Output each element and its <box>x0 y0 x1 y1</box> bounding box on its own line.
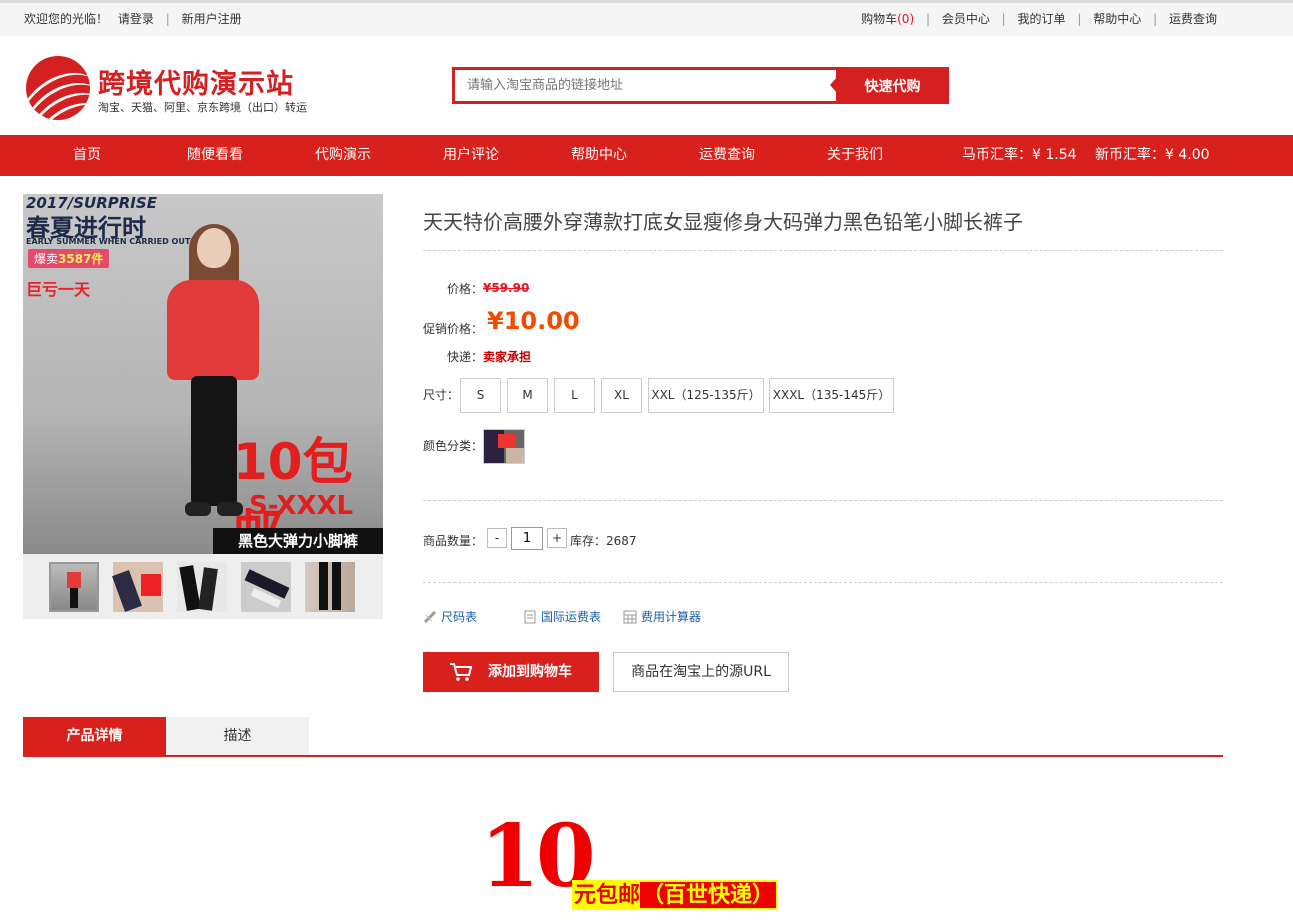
thumbnail-strip <box>23 554 383 619</box>
thumbnail-3[interactable] <box>177 562 227 612</box>
banner-text: 元包邮（百世快递） <box>572 880 779 910</box>
nav-item-about[interactable]: 关于我们 <box>791 135 919 176</box>
thumbnail-1[interactable] <box>49 562 99 612</box>
member-center-link[interactable]: 会员中心 <box>942 12 990 26</box>
document-icon <box>524 610 536 624</box>
taobao-source-url-button[interactable]: 商品在淘宝上的源URL <box>613 652 789 692</box>
quantity-minus-button[interactable]: - <box>487 528 507 548</box>
ruler-icon <box>423 610 437 624</box>
register-link[interactable]: 新用户注册 <box>182 12 242 26</box>
size-label: 尺寸： <box>423 388 460 402</box>
cart-link[interactable]: 购物车(0) <box>861 12 914 26</box>
search-bar: 快速代购 <box>452 67 949 104</box>
login-link[interactable]: 请登录 <box>118 12 154 26</box>
rate-myr: 马币汇率：¥ 1.54 <box>962 147 1077 163</box>
detail-tabs: 产品详情 描述 <box>23 717 1223 757</box>
detail-banner: 10 元包邮（百世快递） <box>480 806 800 920</box>
price-label: 价格： <box>447 282 484 296</box>
product-gallery: 2017/SURPRISE 春夏进行时 EARLY SUMMER WHEN CA… <box>23 194 383 619</box>
original-price: ¥59.90 <box>483 281 530 295</box>
logo-icon[interactable] <box>26 56 90 120</box>
logo-subtitle: 淘宝、天猫、阿里、京东跨境（出口）转运 <box>98 101 307 114</box>
nav-item-browse[interactable]: 随便看看 <box>151 135 279 176</box>
add-to-cart-button[interactable]: 添加到购物车 <box>423 652 599 692</box>
image-sold-badge: 爆卖3587件 <box>28 249 110 268</box>
product-title: 天天特价高腰外穿薄款打底女显瘦修身大码弹力黑色铅笔小脚长裤子 <box>423 210 1023 234</box>
top-bar-right: 购物车(0) | 会员中心 | 我的订单 | 帮助中心 | 运费查询 <box>861 3 1217 36</box>
image-size-range: S-XXXL <box>249 491 354 521</box>
image-promo-text: 巨亏一天 <box>26 280 91 299</box>
my-orders-link[interactable]: 我的订单 <box>1018 12 1066 26</box>
nav-item-help[interactable]: 帮助中心 <box>535 135 663 176</box>
size-option-xxxl[interactable]: XXXL（135-145斤） <box>769 378 894 413</box>
main-nav: 首页 随便看看 代购演示 用户评论 帮助中心 运费查询 关于我们 马币汇率：¥ … <box>0 135 1293 176</box>
thumbnail-2[interactable] <box>112 562 163 612</box>
intl-shipping-link[interactable]: 国际运费表 <box>523 608 601 625</box>
shipping-label: 快递： <box>447 350 484 364</box>
size-option-xl[interactable]: XL <box>601 378 642 413</box>
color-label: 颜色分类： <box>423 439 484 453</box>
divider: | <box>165 12 170 26</box>
size-option-xxl[interactable]: XXL（125-135斤） <box>648 378 764 413</box>
quick-purchase-button[interactable]: 快速代购 <box>836 67 949 104</box>
size-option-m[interactable]: M <box>507 378 548 413</box>
help-center-link[interactable]: 帮助中心 <box>1093 12 1141 26</box>
welcome-text: 欢迎您的光临！ <box>24 12 109 26</box>
divider: | <box>925 12 930 26</box>
logo-title[interactable]: 跨境代购演示站 <box>98 62 294 101</box>
rate-sgd: 新币汇率：¥ 4.00 <box>1094 147 1210 163</box>
stock-text: 库存：2687 <box>570 534 637 548</box>
top-bar: 欢迎您的光临！ 请登录 | 新用户注册 购物车(0) | 会员中心 | 我的订单… <box>0 0 1293 36</box>
quantity-plus-button[interactable]: + <box>547 528 567 548</box>
divider: | <box>1001 12 1006 26</box>
nav-item-demo[interactable]: 代购演示 <box>279 135 407 176</box>
cart-count: (0) <box>897 12 915 26</box>
quantity-label: 商品数量： <box>423 534 484 548</box>
image-caption: 黑色大弹力小脚裤 <box>213 528 383 554</box>
color-swatch[interactable] <box>483 429 525 464</box>
image-text-line3: EARLY SUMMER WHEN CARRIED OUT <box>26 237 191 246</box>
calculator-icon <box>623 610 637 624</box>
divider: | <box>1077 12 1082 26</box>
cart-label: 购物车 <box>861 12 898 26</box>
thumbnail-5[interactable] <box>305 562 355 612</box>
divider <box>423 250 1223 251</box>
nav-item-reviews[interactable]: 用户评论 <box>407 135 535 176</box>
quantity-input[interactable] <box>511 527 543 550</box>
divider: | <box>1153 12 1158 26</box>
cart-icon <box>450 663 473 681</box>
size-option-s[interactable]: S <box>460 378 501 413</box>
cost-calculator-link[interactable]: 费用计算器 <box>623 608 701 625</box>
main-product-image[interactable]: 2017/SURPRISE 春夏进行时 EARLY SUMMER WHEN CA… <box>23 194 383 554</box>
tab-description[interactable]: 描述 <box>166 717 309 755</box>
thumbnail-4[interactable] <box>241 562 291 612</box>
size-option-l[interactable]: L <box>554 378 595 413</box>
exchange-rates: 马币汇率：¥ 1.54 新币汇率：¥ 4.00 <box>962 135 1224 176</box>
search-input[interactable] <box>452 67 836 104</box>
divider <box>423 500 1223 501</box>
add-to-cart-label: 添加到购物车 <box>488 664 572 680</box>
tab-product-details[interactable]: 产品详情 <box>23 717 166 755</box>
promo-price: ¥10.00 <box>487 307 580 335</box>
promo-price-label: 促销价格： <box>423 322 484 336</box>
nav-item-shipping[interactable]: 运费查询 <box>663 135 791 176</box>
size-chart-link[interactable]: 尺码表 <box>423 608 477 625</box>
nav-item-home[interactable]: 首页 <box>23 135 151 176</box>
top-bar-left: 欢迎您的光临！ 请登录 | 新用户注册 <box>24 3 242 36</box>
shipping-query-link[interactable]: 运费查询 <box>1169 12 1217 26</box>
divider <box>423 582 1223 583</box>
site-header: 跨境代购演示站 淘宝、天猫、阿里、京东跨境（出口）转运 快速代购 <box>0 36 1293 135</box>
shipping-value: 卖家承担 <box>483 350 532 364</box>
